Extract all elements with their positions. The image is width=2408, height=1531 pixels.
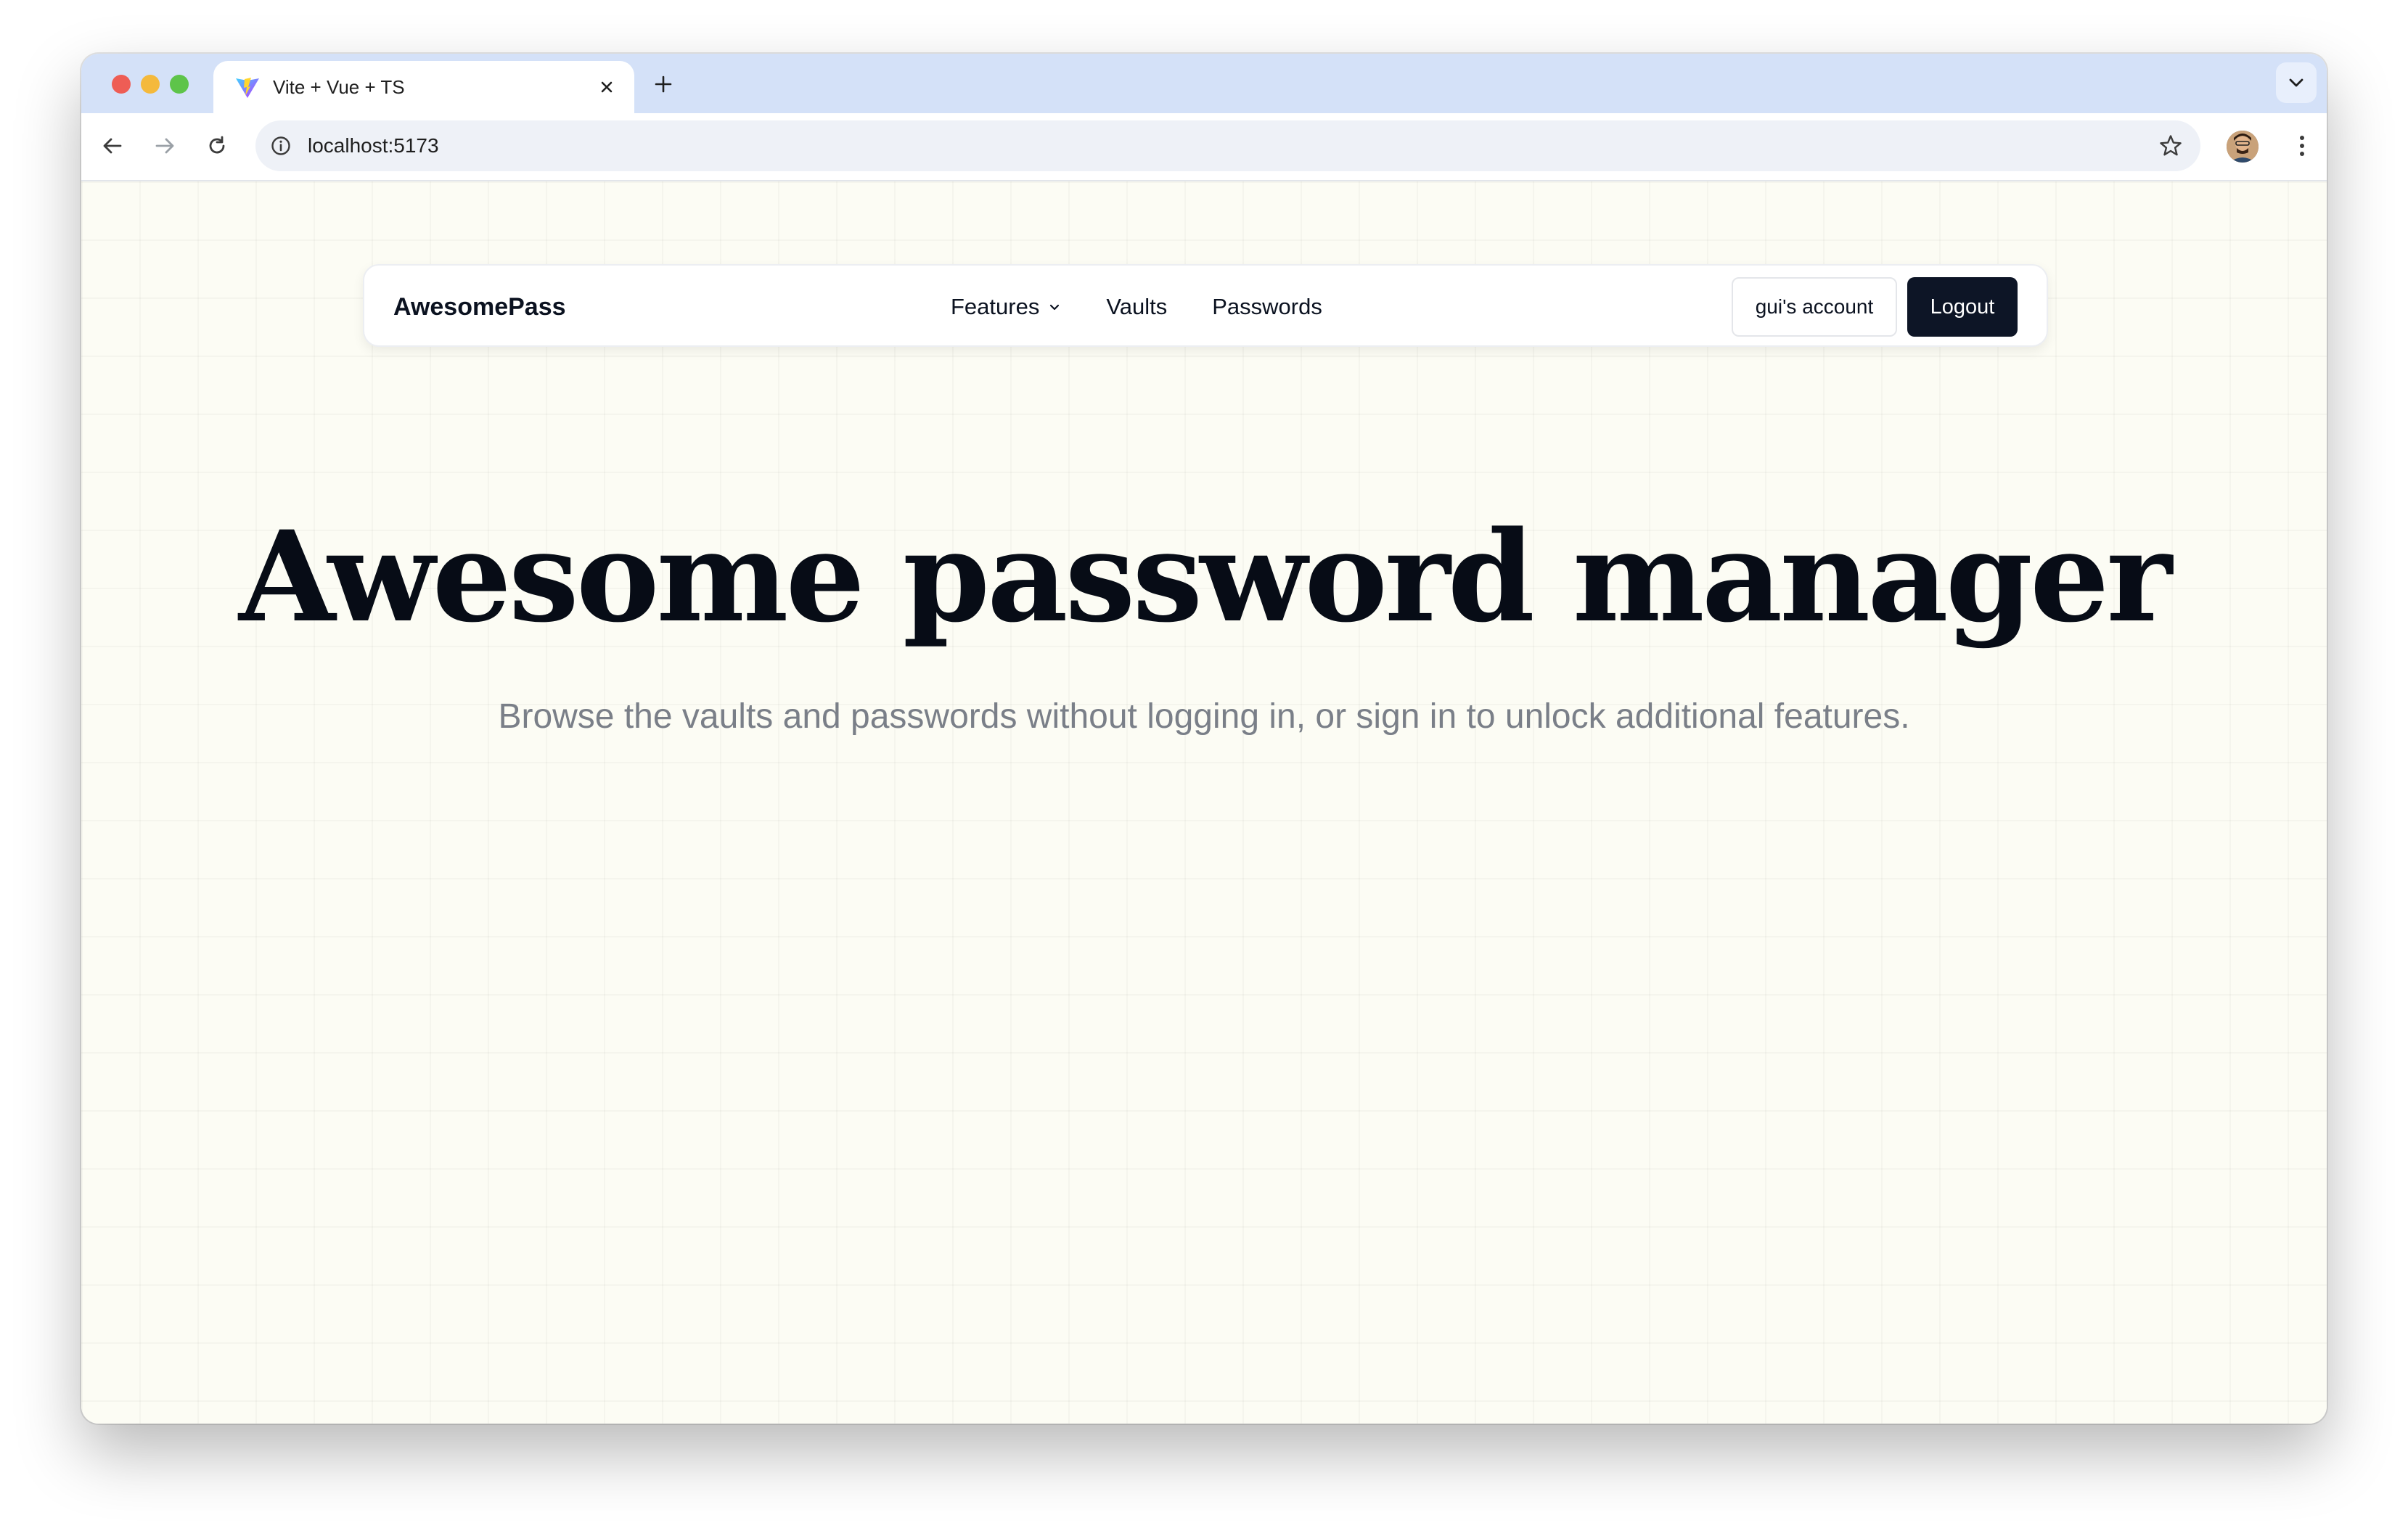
tab-strip: Vite + Vue + TS <box>81 54 2327 113</box>
account-button[interactable]: gui's account <box>1732 277 1897 337</box>
arrow-right-icon[interactable] <box>147 128 183 164</box>
chevron-down-icon[interactable] <box>2276 62 2317 103</box>
arrow-left-icon[interactable] <box>94 128 131 164</box>
kebab-menu-icon[interactable] <box>2288 128 2317 164</box>
browser-window: Vite + Vue + TS localhost:5173 AwesomePa… <box>81 54 2327 1424</box>
vite-logo-icon <box>235 77 260 99</box>
profile-avatar[interactable] <box>2227 131 2258 163</box>
plus-icon[interactable] <box>649 70 678 99</box>
address-bar[interactable]: localhost:5173 <box>255 120 2200 171</box>
hero-subtitle: Browse the vaults and passwords without … <box>498 697 1910 736</box>
maximize-window-button[interactable] <box>170 75 189 94</box>
info-icon[interactable] <box>267 132 295 160</box>
brand-logo[interactable]: AwesomePass <box>393 266 566 348</box>
nav-features-label: Features <box>951 294 1040 319</box>
hero-title: Awesome password manager <box>238 503 2172 650</box>
site-navbar: AwesomePass Features Vaults Passwords gu… <box>363 264 2048 347</box>
nav-links: Features Vaults Passwords <box>951 266 1322 348</box>
page-content: AwesomePass Features Vaults Passwords gu… <box>81 181 2327 1424</box>
chevron-down-icon <box>1048 300 1061 313</box>
nav-vaults[interactable]: Vaults <box>1106 294 1167 320</box>
nav-passwords[interactable]: Passwords <box>1212 294 1322 320</box>
close-icon[interactable] <box>594 74 620 100</box>
close-window-button[interactable] <box>112 75 131 94</box>
tab-title: Vite + Vue + TS <box>273 76 405 98</box>
logout-button[interactable]: Logout <box>1907 277 2018 337</box>
nav-features[interactable]: Features <box>951 294 1061 320</box>
star-icon[interactable] <box>2155 131 2186 161</box>
browser-tab[interactable]: Vite + Vue + TS <box>213 61 634 113</box>
minimize-window-button[interactable] <box>141 75 160 94</box>
reload-icon[interactable] <box>199 128 235 164</box>
browser-toolbar: localhost:5173 <box>81 113 2327 181</box>
url-text: localhost:5173 <box>308 134 439 157</box>
